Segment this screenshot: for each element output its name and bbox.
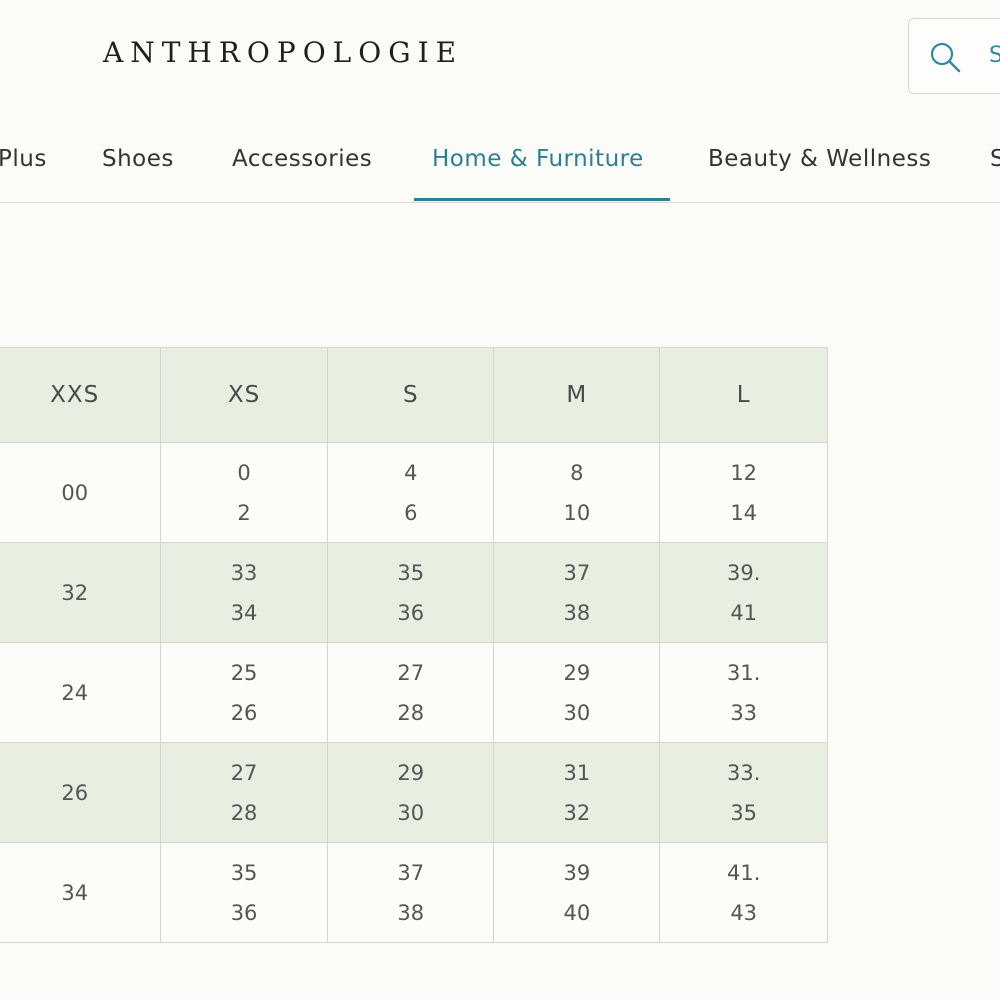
nav-item-home-furniture[interactable]: Home & Furniture — [432, 146, 644, 172]
cell-value: 2 — [237, 500, 251, 525]
cell-value: 34 — [230, 600, 258, 625]
cell-value: 32 — [61, 580, 89, 605]
cell-value: 37 — [563, 560, 591, 585]
header-cell-size: XXS — [0, 347, 161, 443]
cell-value: 27 — [397, 660, 425, 685]
cell-value: 37 — [397, 860, 425, 885]
cell-value: 43 — [730, 900, 758, 925]
cell-value: 30 — [563, 700, 591, 725]
main-nav: Plus Shoes Accessories Home & Furniture … — [0, 120, 1000, 203]
table-cell: 34 — [0, 842, 161, 943]
table-row: 26 27 28 29 30 31 32 33. 35 — [0, 742, 828, 843]
table-cell: 27 28 — [159, 742, 329, 843]
table-cell: 02 — [159, 442, 329, 543]
cell-value: 33 — [230, 560, 258, 585]
table-cell: 37 38 — [493, 542, 661, 643]
table-row: 24 25 26 27 28 29 30 31. 33 — [0, 642, 828, 743]
table-cell: 12 14 — [659, 442, 828, 543]
table-cell: 31. 33 — [659, 642, 828, 743]
cell-value: 39 — [563, 860, 591, 885]
cell-value: 40 — [563, 900, 591, 925]
header-cell-size: M — [493, 347, 661, 443]
table-header-row: XXS XS S M L — [0, 347, 828, 443]
page: ANTHROPOLOGIE S Plus Shoes Accessories H… — [0, 0, 1000, 1000]
cell-value: 36 — [397, 600, 425, 625]
cell-value: 12 — [730, 460, 758, 485]
table-cell: 31 32 — [493, 742, 661, 843]
cell-value: 00 — [61, 480, 89, 505]
cell-value: 6 — [404, 500, 418, 525]
cell-value: 4 — [404, 460, 418, 485]
size-chart-table: XXS XS S M L 00 0 2 4 6 8 10 12 14 32 33 34 35 36 37 38… — [0, 347, 828, 943]
cell-value: 38 — [563, 600, 591, 625]
search-box[interactable]: S — [908, 18, 1000, 94]
cell-value: 10 — [563, 500, 591, 525]
nav-item-shoes[interactable]: Shoes — [102, 146, 174, 172]
table-cell: 27 28 — [327, 642, 495, 743]
table-row: 34 35 36 37 38 39 40 41. 43 — [0, 842, 828, 943]
cell-value: 28 — [230, 800, 258, 825]
nav-item-plus[interactable]: Plus — [0, 146, 47, 172]
table-cell: 37 38 — [327, 842, 495, 943]
table-row: 32 33 34 35 36 37 38 39. 41 — [0, 542, 828, 643]
cell-value: 32 — [563, 800, 591, 825]
cell-value: 41. — [726, 860, 761, 885]
cell-value: 30 — [397, 800, 425, 825]
cell-value: 29 — [397, 760, 425, 785]
cell-value: 0 — [237, 460, 251, 485]
table-cell: 8 10 — [493, 442, 661, 543]
cell-value: 26 — [61, 780, 89, 805]
cell-value: 38 — [397, 900, 425, 925]
header-cell-size: XS — [159, 347, 329, 443]
brand-logo[interactable]: ANTHROPOLOGIE — [103, 36, 463, 69]
cell-value: 27 — [230, 760, 258, 785]
cell-value: 33 — [730, 700, 758, 725]
cell-value: 34 — [61, 880, 89, 905]
cell-value: 28 — [397, 700, 425, 725]
cell-value: 33. — [726, 760, 761, 785]
header-cell-size: L — [659, 347, 828, 443]
table-cell: 29 30 — [493, 642, 661, 743]
active-tab-indicator — [414, 198, 670, 201]
cell-value: 35 — [230, 860, 258, 885]
table-cell: 33. 35 — [659, 742, 828, 843]
cell-value: 31. — [726, 660, 761, 685]
cell-value: 26 — [230, 700, 258, 725]
table-cell: 46 — [327, 442, 495, 543]
table-cell: 32 — [0, 542, 161, 643]
cell-value: 31 — [563, 760, 591, 785]
cell-value: 41 — [730, 600, 758, 625]
cell-value: 24 — [61, 680, 89, 705]
nav-item-beauty-wellness[interactable]: Beauty & Wellness — [708, 146, 931, 172]
cell-value: 25 — [230, 660, 258, 685]
cell-value: 29 — [563, 660, 591, 685]
nav-item-more[interactable]: S — [990, 146, 1000, 172]
cell-value: 14 — [730, 500, 758, 525]
cell-value: 39. — [726, 560, 761, 585]
search-icon[interactable] — [928, 40, 962, 74]
table-cell: 35 36 — [159, 842, 329, 943]
table-cell: 35 36 — [327, 542, 495, 643]
table-cell: 00 — [0, 442, 161, 543]
table-row: 00 0 2 4 6 8 10 12 14 — [0, 442, 828, 543]
table-cell: 33 34 — [159, 542, 329, 643]
table-cell: 25 26 — [159, 642, 329, 743]
table-cell: 39 40 — [493, 842, 661, 943]
table-cell: 41. 43 — [659, 842, 828, 943]
search-input[interactable]: S — [989, 43, 1000, 68]
cell-value: 36 — [230, 900, 258, 925]
nav-item-accessories[interactable]: Accessories — [232, 146, 372, 172]
table-cell: 24 — [0, 642, 161, 743]
table-cell: 29 30 — [327, 742, 495, 843]
cell-value: 8 — [570, 460, 584, 485]
table-cell: 26 — [0, 742, 161, 843]
cell-value: 35 — [730, 800, 758, 825]
header-cell-size: S — [327, 347, 495, 443]
cell-value: 35 — [397, 560, 425, 585]
table-cell: 39. 41 — [659, 542, 828, 643]
